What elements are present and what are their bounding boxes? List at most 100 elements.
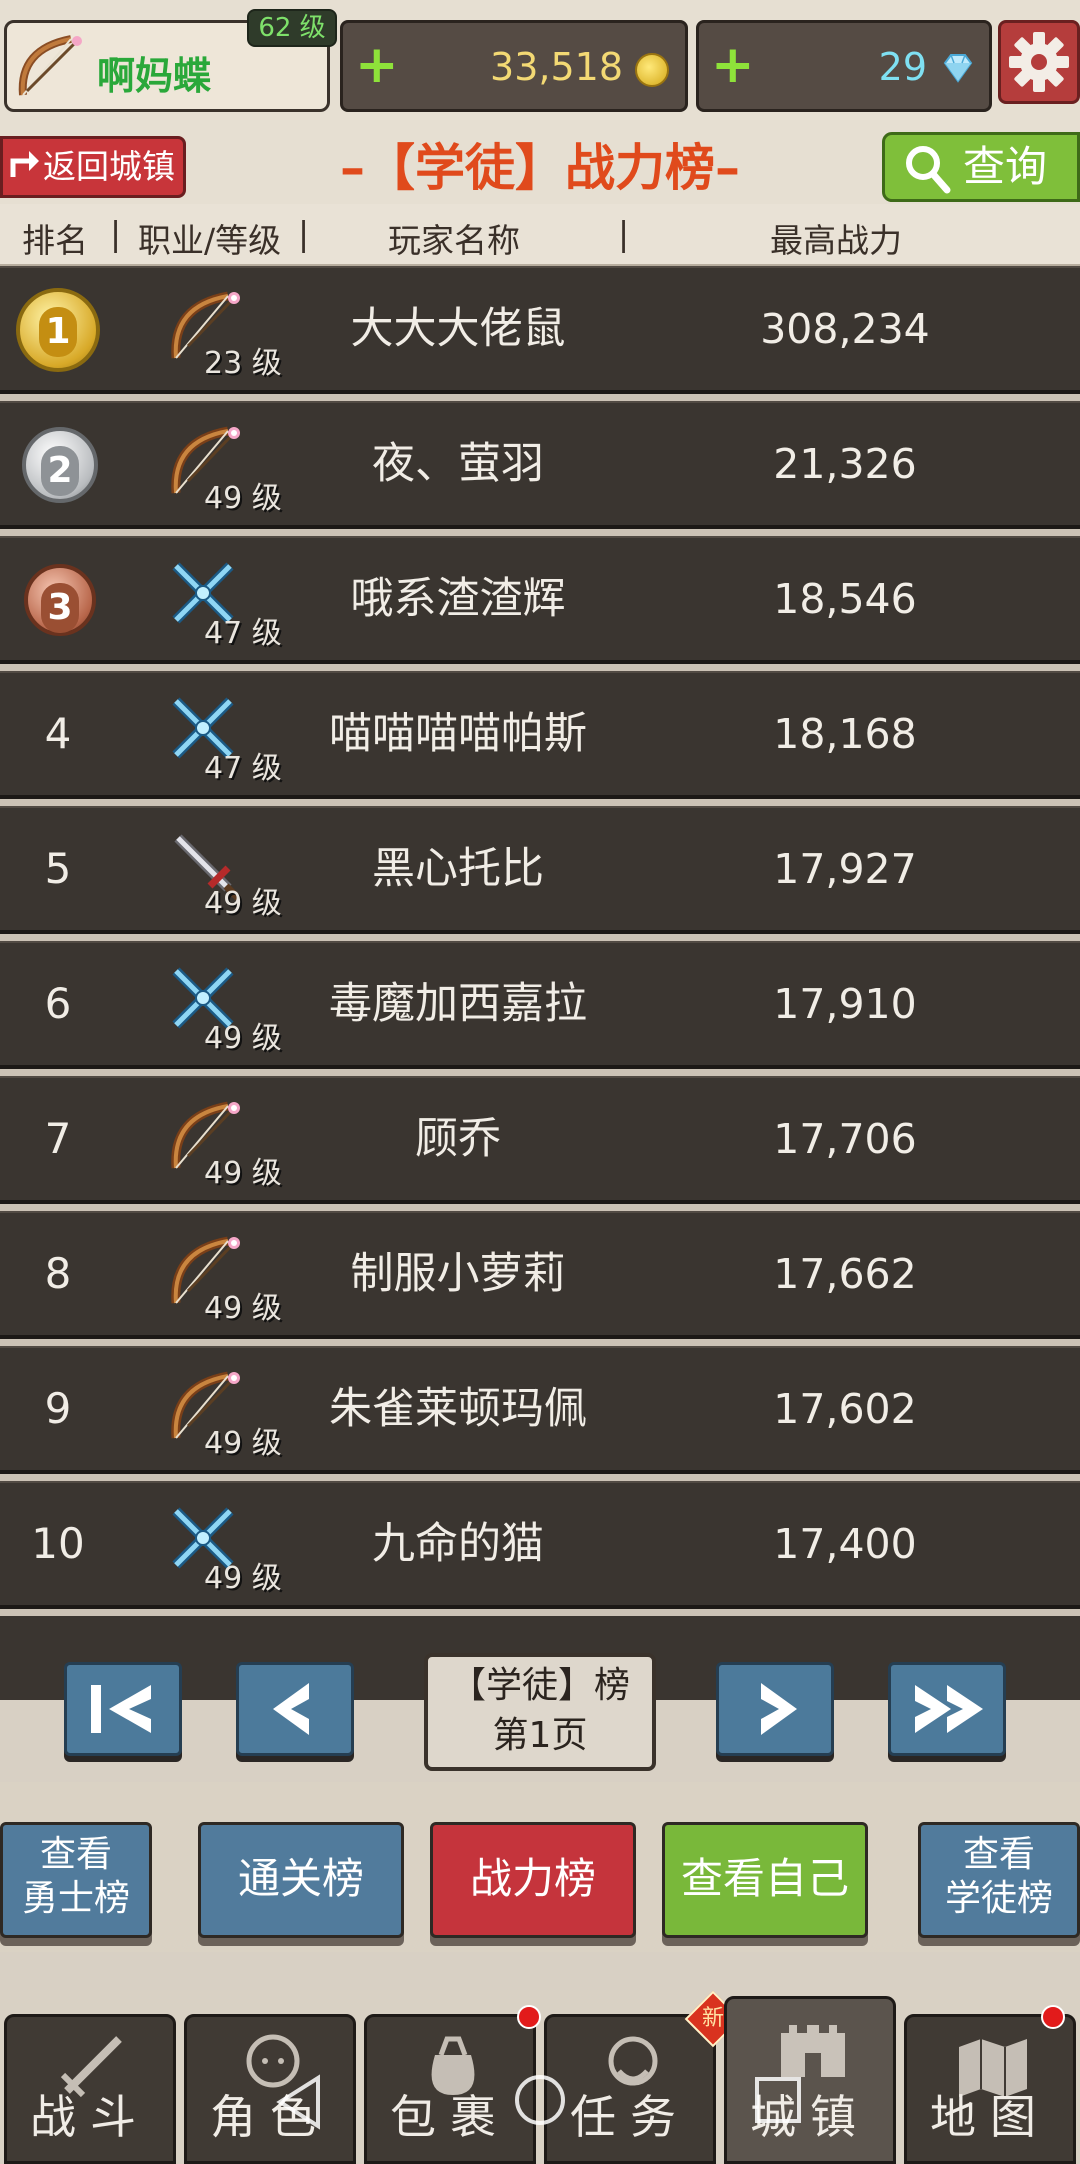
nav-label-battle: 战斗 [30,2090,150,2144]
ranking-row[interactable]: 1 23 级 大大大佬鼠 308,234 [0,266,1080,394]
row-rank: 9 [44,1384,72,1433]
power-board-button[interactable]: 战力榜 [430,1822,636,1938]
column-player: 玩家名称 [388,221,520,260]
player-name: 啊妈蝶 [97,54,212,98]
view-apprentice-board-button[interactable]: 查看 学徒榜 [918,1822,1080,1938]
row-power: 17,662 [773,1250,917,1298]
column-divider: | [298,214,310,253]
pagination: 【学徒】榜 第1页 [0,1650,1080,1790]
row-player-name: 顾乔 [415,1114,501,1164]
row-player-name: 毒魔加西嘉拉 [329,979,587,1029]
nav-tab-quest[interactable]: 任务 新 [544,1990,742,2164]
gear-icon [1009,32,1069,92]
bronze-medal-icon: 3 [24,564,96,636]
row-player-name: 朱雀莱顿玛佩 [329,1384,587,1434]
row-power: 18,168 [773,710,917,758]
coin-icon [635,53,669,87]
row-player-name: 黑心托比 [372,844,544,894]
view-warrior-board-button[interactable]: 查看 勇士榜 [0,1822,152,1938]
row-player-name: 夜、萤羽 [372,439,544,489]
warrior-board-label-2: 勇士榜 [21,1878,130,1919]
row-power: 17,602 [773,1385,917,1433]
ranking-row[interactable]: 10 49 级 九命的猫 17,400 [0,1481,1080,1609]
player-profile[interactable]: 啊妈蝶 62 级 [4,9,337,112]
search-icon [906,146,951,194]
player-level-badge: 62 级 [247,9,337,47]
row-player-name: 制服小萝莉 [350,1249,566,1299]
row-power: 17,400 [773,1520,917,1568]
row-rank: 8 [44,1249,72,1298]
row-rank: 5 [44,844,72,893]
clear-board-button[interactable]: 通关榜 [198,1822,404,1938]
ranking-row[interactable]: 5 49 级 黑心托比 17,927 [0,806,1080,934]
column-rank: 排名 [22,221,88,260]
nav-tab-bag[interactable]: 包裹 [364,2005,541,2164]
nav-tab-map[interactable]: 地图 [904,2005,1076,2164]
nav-label-bag: 包裹 [390,2090,510,2144]
ranking-row[interactable]: 9 49 级 朱雀莱顿玛佩 17,602 [0,1346,1080,1474]
last-page-button[interactable] [888,1662,1006,1756]
row-player-name: 哦系渣渣辉 [350,574,566,624]
next-page-button[interactable] [716,1662,834,1756]
column-headers: 排名 | 职业/等级 | 玩家名称 | 最高战力 [0,204,1080,267]
nav-tab-town[interactable]: 城镇 [724,1996,896,2164]
ranking-list[interactable]: 1 23 级 大大大佬鼠 308,234 2 49 级 夜、萤羽 21,326 … [0,266,1080,1700]
row-power: 18,546 [773,575,917,623]
row-player-name: 大大大佬鼠 [350,304,566,354]
gold-medal-icon: 1 [16,288,100,372]
gem-counter[interactable]: + 29 [696,20,992,112]
first-page-icon [91,1685,151,1733]
column-class-level: 职业/等级 [138,221,282,260]
row-power: 17,706 [773,1115,917,1163]
column-power: 最高战力 [770,221,902,260]
nav-label-map: 地图 [930,2090,1050,2144]
return-arrow-icon [10,151,39,177]
back-to-town-button[interactable]: 返回城镇 [0,136,186,198]
row-power: 308,234 [760,305,930,353]
first-page-button[interactable] [64,1662,182,1756]
row-power: 17,910 [773,980,917,1028]
prev-page-button[interactable] [236,1662,354,1756]
double-chevron-right-icon [915,1685,983,1733]
diamond-icon [943,54,973,83]
query-label: 查询 [963,142,1048,191]
ranking-row[interactable]: 4 47 级 喵喵喵喵帕斯 18,168 [0,671,1080,799]
chevron-left-icon [273,1683,309,1735]
nav-tab-character[interactable]: 角色 [184,2014,356,2164]
add-gold-button[interactable]: + [355,39,399,91]
castle-icon [781,2025,845,2077]
gold-counter[interactable]: + 33,518 [340,20,688,112]
ranking-row[interactable]: 3 47 级 哦系渣渣辉 18,546 [0,536,1080,664]
gold-amount: 33,518 [490,45,623,89]
query-button[interactable]: 查询 [882,132,1080,202]
view-self-button[interactable]: 查看自己 [662,1822,868,1938]
page-title: –【学徒】战力榜– [340,139,740,197]
ranking-row[interactable]: 6 49 级 毒魔加西嘉拉 17,910 [0,941,1080,1069]
ranking-row[interactable]: 8 49 级 制服小萝莉 17,662 [0,1211,1080,1339]
board-switcher: 查看 勇士榜 通关榜 战力榜 查看自己 查看 学徒榜 [0,1782,1080,1952]
row-rank: 10 [31,1519,85,1568]
bottom-nav: 战斗 角色 包裹 任务 新 城镇 地图 [0,1990,1080,2164]
row-rank: 6 [44,979,72,1028]
nav-tab-battle[interactable]: 战斗 [4,2014,176,2164]
apprentice-board-label-1: 查看 [962,1834,1035,1875]
apprentice-board-label-2: 学徒榜 [944,1878,1053,1919]
bow-icon [18,35,82,96]
column-divider: | [618,214,630,253]
ranking-row[interactable]: 7 49 级 顾乔 17,706 [0,1076,1080,1204]
row-player-name: 喵喵喵喵帕斯 [329,709,587,759]
warrior-board-label-1: 查看 [39,1834,112,1875]
nav-label-quest: 任务 [570,2090,690,2144]
notification-dot [1041,2005,1065,2029]
ranking-row[interactable]: 2 49 级 夜、萤羽 21,326 [0,401,1080,529]
row-player-name: 九命的猫 [372,1519,544,1569]
add-gem-button[interactable]: + [711,39,755,91]
chevron-right-icon [761,1683,797,1735]
row-rank: 7 [44,1114,72,1163]
back-to-town-label: 返回城镇 [43,147,175,186]
settings-button[interactable] [998,20,1080,104]
column-divider: | [110,214,122,253]
notification-dot [517,2005,541,2029]
gem-amount: 29 [878,45,927,89]
top-bar: 啊妈蝶 62 级 + 33,518 + 29 [0,0,1080,128]
